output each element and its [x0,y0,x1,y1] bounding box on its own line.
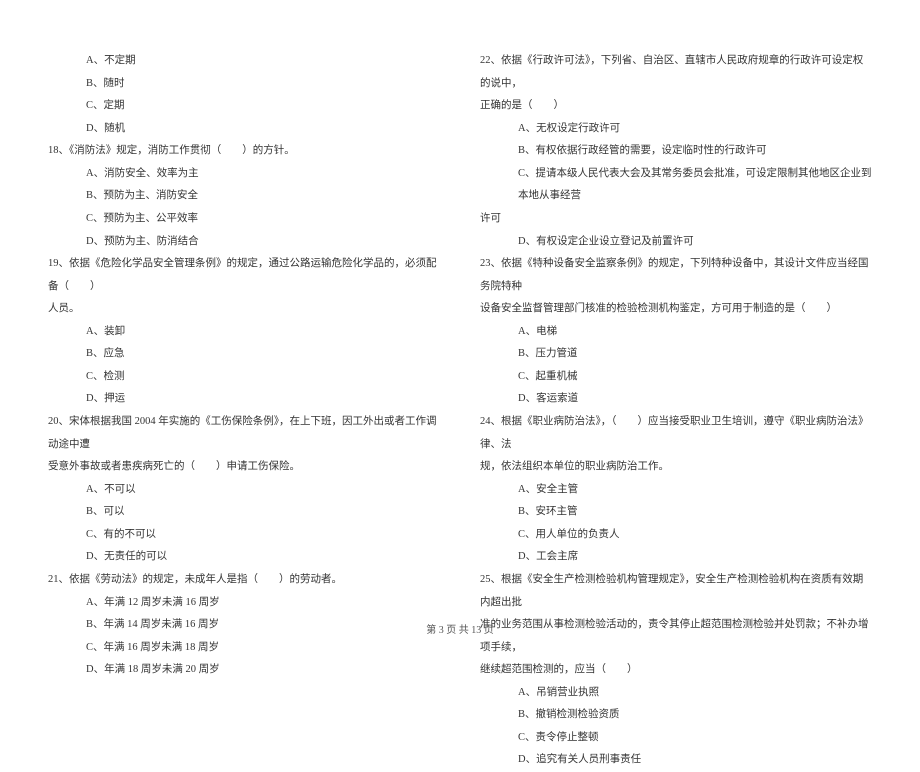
option: C、提请本级人民代表大会及其常务委员会批准，可设定限制其他地区企业到本地从事经营 [518,163,872,208]
option: C、起重机械 [518,366,872,389]
right-column: 22、依据《行政许可法》，下列省、自治区、直辖市人民政府规章的行政许可设定权的说… [480,50,872,772]
option: C、预防为主、公平效率 [86,208,440,231]
question-20-cont: 受意外事故或者患疾病死亡的（ ）申请工伤保险。 [48,456,440,479]
option: C、年满 16 周岁未满 18 周岁 [86,637,440,660]
page-content: A、不定期 B、随时 C、定期 D、随机 18、《消防法》规定，消防工作贯彻（ … [48,50,872,772]
option: D、无责任的可以 [86,546,440,569]
question-22: 22、依据《行政许可法》，下列省、自治区、直辖市人民政府规章的行政许可设定权的说… [480,50,872,95]
option: A、不可以 [86,479,440,502]
option: B、随时 [86,73,440,96]
page-footer: 第 3 页 共 13 页 [0,621,920,636]
option: A、不定期 [86,50,440,73]
left-column: A、不定期 B、随时 C、定期 D、随机 18、《消防法》规定，消防工作贯彻（ … [48,50,440,772]
option: B、可以 [86,501,440,524]
option: C、责令停止整顿 [518,727,872,750]
question-23-cont: 设备安全监督管理部门核准的检验检测机构鉴定，方可用于制造的是（ ） [480,298,872,321]
option: C、定期 [86,95,440,118]
option: B、预防为主、消防安全 [86,185,440,208]
option: D、押运 [86,388,440,411]
option: B、压力管道 [518,343,872,366]
option: A、电梯 [518,321,872,344]
option: D、客运索道 [518,388,872,411]
question-25: 25、根据《安全生产检测检验机构管理规定》，安全生产检测检验机构在资质有效期内超… [480,569,872,614]
option: D、预防为主、防消结合 [86,231,440,254]
option: C、有的不可以 [86,524,440,547]
option: B、有权依据行政经管的需要，设定临时性的行政许可 [518,140,872,163]
option: B、安环主管 [518,501,872,524]
option: A、年满 12 周岁未满 16 周岁 [86,592,440,615]
option: A、安全主管 [518,479,872,502]
option: C、用人单位的负责人 [518,524,872,547]
option: A、吊销营业执照 [518,682,872,705]
question-20: 20、宋体根据我国 2004 年实施的《工伤保险条例》，在上下班，因工外出或者工… [48,411,440,456]
option: A、装卸 [86,321,440,344]
question-21: 21、依据《劳动法》的规定，未成年人是指（ ）的劳动者。 [48,569,440,592]
option: D、有权设定企业设立登记及前置许可 [518,231,872,254]
option: B、应急 [86,343,440,366]
option: D、工会主席 [518,546,872,569]
option: A、无权设定行政许可 [518,118,872,141]
option: D、年满 18 周岁未满 20 周岁 [86,659,440,682]
question-19: 19、依据《危险化学品安全管理条例》的规定，通过公路运输危险化学品的，必须配备（… [48,253,440,298]
question-25-cont2: 继续超范围检测的，应当（ ） [480,659,872,682]
question-22-cont: 正确的是（ ） [480,95,872,118]
question-24-cont: 规，依法组织本单位的职业病防治工作。 [480,456,872,479]
option: D、追究有关人员刑事责任 [518,749,872,772]
question-19-cont: 人员。 [48,298,440,321]
option: C、检测 [86,366,440,389]
option-cont: 许可 [480,208,872,231]
option: B、撤销检测检验资质 [518,704,872,727]
question-23: 23、依据《特种设备安全监察条例》的规定，下列特种设备中，其设计文件应当经国务院… [480,253,872,298]
question-24: 24、根据《职业病防治法》，（ ）应当接受职业卫生培训，遵守《职业病防治法》律、… [480,411,872,456]
option: D、随机 [86,118,440,141]
question-18: 18、《消防法》规定，消防工作贯彻（ ）的方针。 [48,140,440,163]
option: A、消防安全、效率为主 [86,163,440,186]
